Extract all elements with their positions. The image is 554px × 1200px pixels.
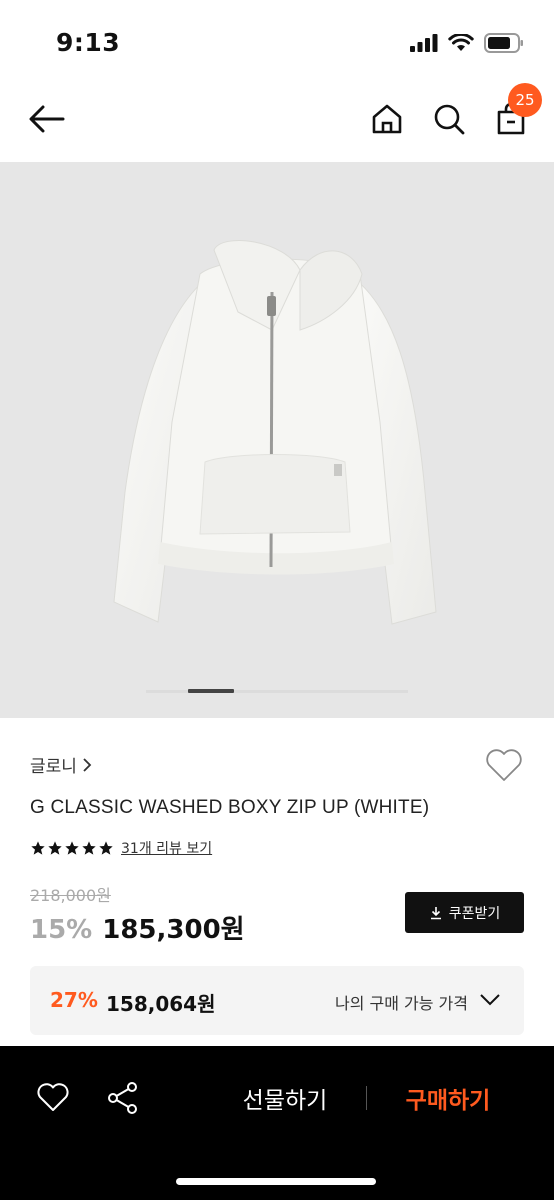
best-price-box[interactable]: 27% 158,064원 나의 구매 가능 가격 xyxy=(30,966,524,1035)
brand-name: 글로니 xyxy=(30,757,77,777)
star-icon xyxy=(99,841,113,855)
rating-row: 31개 리뷰 보기 xyxy=(30,838,212,858)
star-icon xyxy=(65,841,79,855)
download-icon xyxy=(430,906,441,919)
discount-rate: 15% xyxy=(30,915,93,945)
carousel-track xyxy=(146,690,408,693)
review-link[interactable]: 31개 리뷰 보기 xyxy=(121,838,212,858)
best-price-rate: 27% xyxy=(50,988,98,1012)
home-button[interactable] xyxy=(366,98,408,140)
share-icon xyxy=(108,1082,137,1114)
best-price-label: 나의 구매 가능 가격 xyxy=(334,994,468,1013)
rating-stars xyxy=(30,840,114,856)
battery-icon xyxy=(484,33,523,53)
chevron-down-icon xyxy=(480,994,500,1006)
original-price: 218,000원 xyxy=(30,886,111,905)
share-button[interactable] xyxy=(104,1079,142,1117)
status-bar: 9:13 xyxy=(0,0,554,80)
like-button[interactable] xyxy=(34,1079,72,1117)
home-icon xyxy=(372,104,402,134)
price-row: 15% 185,300원 xyxy=(30,909,245,946)
buy-button[interactable]: 구매하기 xyxy=(388,1078,508,1118)
divider xyxy=(366,1086,367,1110)
star-icon xyxy=(31,841,45,855)
best-price-amount: 158,064원 xyxy=(106,992,216,1016)
coupon-button[interactable]: 쿠폰받기 xyxy=(405,892,524,933)
wifi-icon xyxy=(448,33,474,51)
heart-outline-icon xyxy=(486,749,522,781)
hoodie-image xyxy=(113,239,437,625)
status-icons xyxy=(410,33,524,53)
arrow-left-icon xyxy=(29,105,65,133)
search-icon xyxy=(434,104,465,135)
app-header: 25 xyxy=(0,80,554,162)
star-icon xyxy=(48,841,62,855)
sale-price: 185,300원 xyxy=(102,915,245,945)
carousel-indicator xyxy=(188,689,234,693)
gift-button[interactable]: 선물하기 xyxy=(226,1078,344,1118)
back-button[interactable] xyxy=(26,98,68,140)
bottom-action-bar: 선물하기 구매하기 xyxy=(0,1046,554,1200)
product-title: G CLASSIC WASHED BOXY ZIP UP (WHITE) xyxy=(30,797,430,818)
wishlist-button[interactable] xyxy=(484,746,524,786)
home-indicator xyxy=(176,1178,376,1185)
star-icon xyxy=(82,841,96,855)
search-button[interactable] xyxy=(428,98,470,140)
status-time: 9:13 xyxy=(56,28,121,57)
brand-link[interactable]: 글로니 xyxy=(30,752,93,777)
chevron-right-icon xyxy=(83,757,92,772)
product-image-carousel[interactable] xyxy=(0,162,554,718)
coupon-label: 쿠폰받기 xyxy=(448,905,501,922)
heart-outline-icon xyxy=(37,1083,69,1111)
cart-count-badge: 25 xyxy=(508,83,542,117)
cellular-signal-icon xyxy=(410,34,438,52)
